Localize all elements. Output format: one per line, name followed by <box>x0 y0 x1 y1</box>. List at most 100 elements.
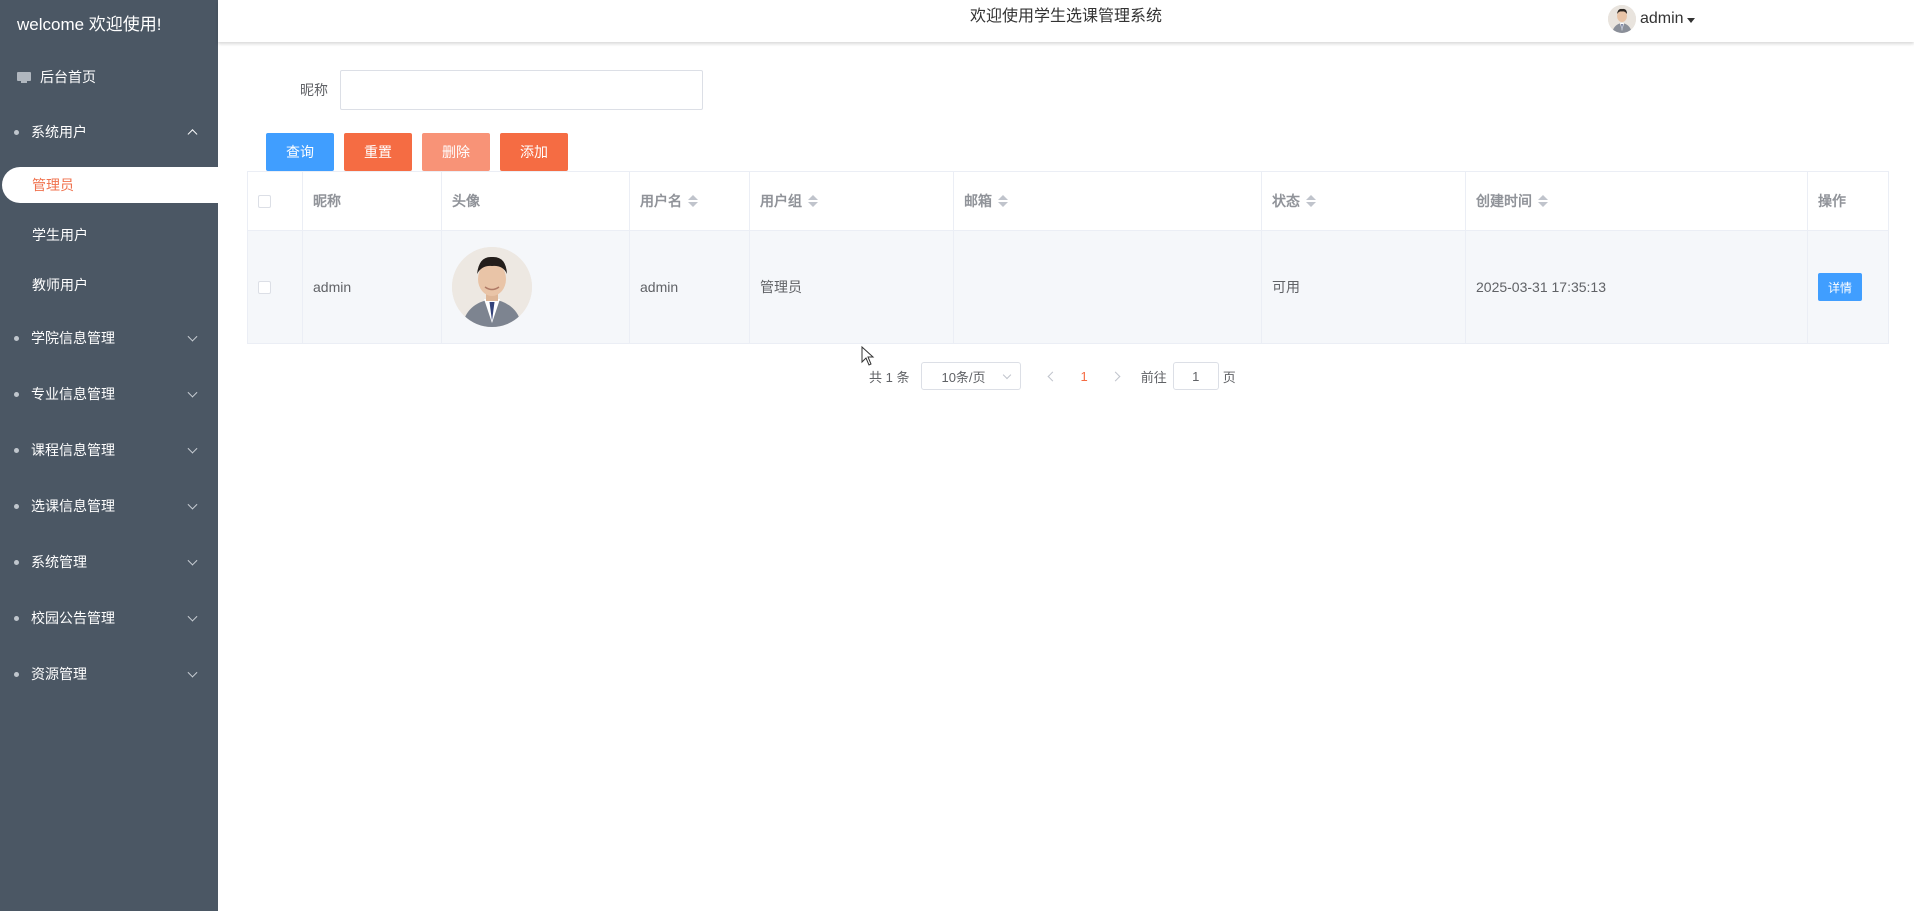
sidebar-item-label: 资源管理 <box>31 666 87 682</box>
username-label: admin <box>1640 10 1684 27</box>
action-buttons: 查询 重置 删除 添加 <box>266 133 578 171</box>
header-select-all-cell <box>248 172 303 230</box>
column-label: 创建时间 <box>1476 193 1532 209</box>
nickname-search-input[interactable] <box>340 70 703 110</box>
sidebar: welcome 欢迎使用! 后台首页 系统用户 管理员 学生用户 教师用户 学院… <box>0 0 218 911</box>
pagination: 共 1 条 10条/页 1 前往 1 页 <box>869 362 1236 390</box>
sidebar-item-major[interactable]: 专业信息管理 <box>0 366 218 422</box>
cell-email <box>954 231 1262 343</box>
user-menu[interactable]: admin <box>1608 4 1695 34</box>
sidebar-item-student-users[interactable]: 学生用户 <box>0 210 218 260</box>
column-label: 用户名 <box>640 193 682 209</box>
column-label: 昵称 <box>313 193 341 209</box>
chevron-down-icon <box>187 499 198 510</box>
sidebar-item-course[interactable]: 课程信息管理 <box>0 422 218 478</box>
cell-actions: 详情 <box>1808 231 1888 343</box>
page-number[interactable]: 1 <box>1080 369 1087 384</box>
brand-title: welcome 欢迎使用! <box>17 15 162 34</box>
sort-icon[interactable] <box>808 195 818 207</box>
table-row: admin admin 管理员 可用 2025-03-31 17:35:13 详… <box>248 231 1888 343</box>
monitor-icon <box>17 71 31 83</box>
bullet-icon <box>14 503 19 509</box>
pagination-total: 共 1 条 <box>869 369 910 385</box>
column-header-email[interactable]: 邮箱 <box>954 172 1262 230</box>
sidebar-item-announcements[interactable]: 校园公告管理 <box>0 590 218 646</box>
page-size-select[interactable]: 10条/页 <box>921 362 1022 390</box>
bullet-icon <box>14 391 19 397</box>
sidebar-item-label: 教师用户 <box>32 277 88 293</box>
sort-icon[interactable] <box>1538 195 1548 207</box>
sidebar-item-system[interactable]: 系统管理 <box>0 534 218 590</box>
sidebar-item-label: 系统管理 <box>31 554 87 570</box>
sort-icon[interactable] <box>688 195 698 207</box>
sidebar-item-label: 课程信息管理 <box>31 442 115 458</box>
chevron-down-icon <box>187 387 198 398</box>
column-label: 用户组 <box>760 193 802 209</box>
sort-icon[interactable] <box>998 195 1008 207</box>
sidebar-item-label: 管理员 <box>32 177 74 193</box>
select-all-checkbox[interactable] <box>258 194 271 208</box>
sidebar-item-enrollment[interactable]: 选课信息管理 <box>0 478 218 534</box>
sidebar-item-label: 学院信息管理 <box>31 330 115 346</box>
bullet-icon <box>14 335 19 341</box>
sidebar-item-resources[interactable]: 资源管理 <box>0 646 218 702</box>
column-header-status[interactable]: 状态 <box>1262 172 1466 230</box>
goto-label: 前往 <box>1140 369 1167 385</box>
sidebar-item-college[interactable]: 学院信息管理 <box>0 310 218 366</box>
sidebar-item-label: 选课信息管理 <box>31 498 115 514</box>
prev-page-icon[interactable] <box>1048 371 1058 381</box>
sidebar-item-admins[interactable]: 管理员 <box>2 167 218 203</box>
bullet-icon <box>14 671 19 677</box>
cell-avatar <box>442 231 630 343</box>
sidebar-item-teacher-users[interactable]: 教师用户 <box>0 260 218 310</box>
column-header-username[interactable]: 用户名 <box>630 172 750 230</box>
column-label: 操作 <box>1818 193 1846 209</box>
sidebar-item-label: 后台首页 <box>40 69 96 85</box>
page-size-value: 10条/页 <box>941 369 986 385</box>
cell-created: 2025-03-31 17:35:13 <box>1466 231 1808 343</box>
chevron-down-icon <box>187 443 198 454</box>
sort-icon[interactable] <box>1306 195 1316 207</box>
column-label: 邮箱 <box>964 193 992 209</box>
sidebar-item-label: 专业信息管理 <box>31 386 115 402</box>
chevron-down-icon <box>1003 370 1012 380</box>
main-content: 昵称 查询 重置 删除 添加 昵称 头像 用户名 用户组 邮箱 状态 创建时间 … <box>218 42 1914 911</box>
row-checkbox[interactable] <box>258 280 271 294</box>
chevron-down-icon <box>187 611 198 622</box>
next-page-icon[interactable] <box>1110 371 1121 381</box>
sidebar-item-label: 学生用户 <box>32 227 88 243</box>
row-select-cell <box>248 231 303 343</box>
cell-username: admin <box>630 231 750 343</box>
detail-button[interactable]: 详情 <box>1818 273 1862 301</box>
avatar <box>452 247 532 327</box>
delete-button[interactable]: 删除 <box>422 133 490 171</box>
add-button[interactable]: 添加 <box>500 133 568 171</box>
column-header-created[interactable]: 创建时间 <box>1466 172 1808 230</box>
column-label: 状态 <box>1272 193 1300 209</box>
reset-button[interactable]: 重置 <box>344 133 412 171</box>
mouse-cursor-icon <box>861 346 875 366</box>
chevron-down-icon <box>187 667 198 678</box>
chevron-down-icon <box>187 555 198 566</box>
avatar <box>1608 5 1636 33</box>
sidebar-item-label: 系统用户 <box>31 124 87 140</box>
cell-group: 管理员 <box>750 231 954 343</box>
users-table: 昵称 头像 用户名 用户组 邮箱 状态 创建时间 操作 admin admin … <box>247 171 1889 344</box>
sidebar-group-system-users[interactable]: 系统用户 <box>0 104 218 160</box>
goto-page-input[interactable]: 1 <box>1172 362 1219 390</box>
sidebar-item-home[interactable]: 后台首页 <box>0 50 218 104</box>
bullet-icon <box>14 559 19 565</box>
query-button[interactable]: 查询 <box>266 133 334 171</box>
sidebar-item-label: 校园公告管理 <box>31 610 115 626</box>
column-label: 头像 <box>452 193 480 209</box>
cell-status: 可用 <box>1262 231 1466 343</box>
chevron-up-icon <box>187 129 198 140</box>
search-label: 昵称 <box>300 82 328 98</box>
column-header-group[interactable]: 用户组 <box>750 172 954 230</box>
top-header: 欢迎使用学生选课管理系统 admin <box>218 0 1914 42</box>
chevron-down-icon <box>187 331 198 342</box>
page-suffix: 页 <box>1222 369 1236 385</box>
column-header-nickname: 昵称 <box>303 172 442 230</box>
column-header-actions: 操作 <box>1808 172 1888 230</box>
bullet-icon <box>14 615 19 621</box>
